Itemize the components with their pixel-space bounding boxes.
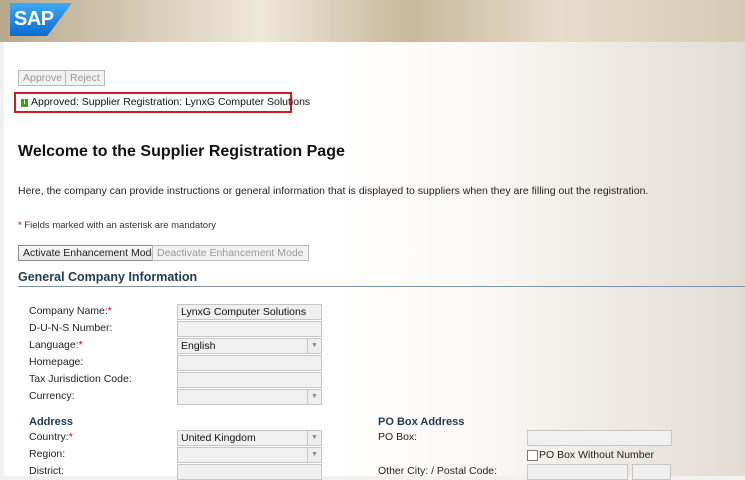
success-icon: i bbox=[21, 99, 28, 107]
main-content: Approve Reject i Approved: Supplier Regi… bbox=[4, 42, 745, 480]
district-label: District: bbox=[29, 465, 64, 477]
page-intro: Here, the company can provide instructio… bbox=[18, 185, 649, 197]
tax-jurisdiction-label: Tax Jurisdiction Code: bbox=[29, 373, 132, 385]
po-box-field[interactable] bbox=[527, 430, 672, 446]
duns-field[interactable] bbox=[177, 321, 322, 337]
country-select[interactable]: United Kingdom ▼ bbox=[177, 430, 322, 446]
page-title: Welcome to the Supplier Registration Pag… bbox=[18, 143, 345, 160]
country-value: United Kingdom bbox=[181, 432, 256, 444]
currency-select[interactable]: ▼ bbox=[177, 389, 322, 405]
status-message-text: Approved: Supplier Registration: LynxG C… bbox=[31, 96, 311, 108]
po-box-without-number-label: PO Box Without Number bbox=[539, 449, 654, 461]
po-box-label: PO Box: bbox=[378, 431, 418, 443]
address-heading: Address bbox=[29, 416, 74, 428]
duns-label: D-U-N-S Number: bbox=[29, 322, 113, 334]
deactivate-enhancement-button[interactable]: Deactivate Enhancement Mode bbox=[152, 245, 309, 261]
section-heading-general: General Company Information bbox=[18, 270, 198, 284]
approve-button[interactable]: Approve bbox=[18, 70, 68, 86]
language-label: Language:* bbox=[29, 339, 83, 351]
tax-jurisdiction-field[interactable] bbox=[177, 372, 322, 388]
po-box-heading: PO Box Address bbox=[378, 416, 465, 428]
region-select[interactable]: ▼ bbox=[177, 447, 322, 463]
other-city-field[interactable] bbox=[527, 464, 628, 480]
sap-logo: SAP bbox=[10, 3, 72, 36]
region-label: Region: bbox=[29, 448, 66, 460]
district-field[interactable] bbox=[177, 464, 322, 480]
chevron-down-icon[interactable]: ▼ bbox=[307, 431, 321, 445]
homepage-field[interactable] bbox=[177, 355, 322, 371]
other-city-postal-label: Other City: / Postal Code: bbox=[378, 465, 498, 477]
chevron-down-icon[interactable]: ▼ bbox=[307, 448, 321, 462]
section-divider bbox=[18, 286, 745, 287]
activate-enhancement-button[interactable]: Activate Enhancement Mode bbox=[18, 245, 163, 261]
po-box-without-number-checkbox[interactable] bbox=[527, 450, 538, 461]
country-label: Country:* bbox=[29, 431, 73, 443]
chevron-down-icon[interactable]: ▼ bbox=[307, 390, 321, 404]
mandatory-note: * Fields marked with an asterisk are man… bbox=[18, 220, 217, 231]
chevron-down-icon[interactable]: ▼ bbox=[307, 339, 321, 353]
company-name-label: Company Name:* bbox=[29, 305, 112, 317]
status-message: i Approved: Supplier Registration: LynxG… bbox=[14, 92, 310, 113]
language-value: English bbox=[181, 340, 216, 352]
currency-label: Currency: bbox=[29, 390, 75, 402]
homepage-label: Homepage: bbox=[29, 356, 84, 368]
header-banner: SAP bbox=[0, 0, 745, 42]
language-select[interactable]: English ▼ bbox=[177, 338, 322, 354]
company-name-field[interactable]: LynxG Computer Solutions bbox=[177, 304, 322, 320]
reject-button[interactable]: Reject bbox=[65, 70, 105, 86]
postal-code-field[interactable] bbox=[632, 464, 671, 480]
